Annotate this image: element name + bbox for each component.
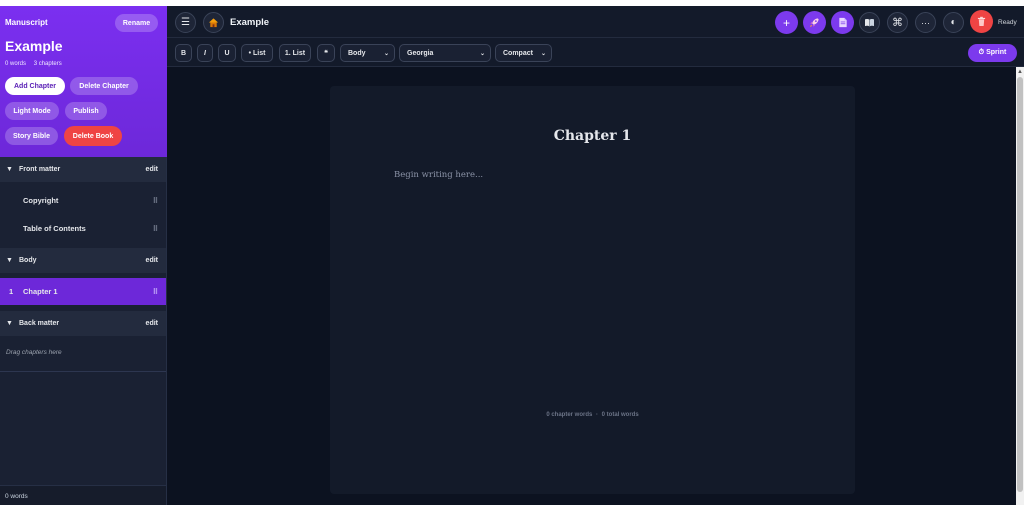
footer-word-count: 0 words bbox=[5, 493, 28, 500]
home-icon[interactable] bbox=[203, 12, 224, 33]
sidebar-item-table-of-contents[interactable]: Table of Contents ⠿ bbox=[0, 215, 166, 242]
section-front-matter[interactable]: ▼ Front matter edit bbox=[0, 157, 166, 182]
underline-button[interactable]: U bbox=[218, 44, 236, 62]
editor-scrollbar[interactable]: ▲ bbox=[1016, 67, 1024, 505]
drag-handle-icon[interactable]: ⠿ bbox=[153, 225, 158, 233]
theme-icon[interactable]: ◐ bbox=[943, 12, 964, 33]
more-icon[interactable]: ··· bbox=[915, 12, 936, 33]
top-bar: ☰ Example + ⌘ ··· ◐ Ready bbox=[167, 6, 1024, 38]
bullet-list-button[interactable]: • List bbox=[241, 44, 273, 62]
chapter-word-count: 0 chapter words · 0 total words bbox=[330, 412, 855, 418]
scrollbar-thumb[interactable] bbox=[1017, 77, 1023, 492]
manuscript-sidebar: Manuscript Rename Example 0 words 3 chap… bbox=[0, 6, 167, 505]
edit-body-button[interactable]: edit bbox=[146, 257, 158, 264]
rocket-icon[interactable] bbox=[803, 11, 826, 34]
sidebar-item-chapter-1[interactable]: 1 Chapter 1 ⠿ bbox=[0, 278, 166, 305]
section-body[interactable]: ▼ Body edit bbox=[0, 248, 166, 273]
section-label: Back matter bbox=[19, 320, 60, 327]
rename-button[interactable]: Rename bbox=[115, 14, 158, 32]
word-count: 0 words bbox=[5, 61, 27, 67]
edit-back-matter-button[interactable]: edit bbox=[146, 320, 158, 327]
sprint-button[interactable]: ⏱ Sprint bbox=[968, 44, 1017, 62]
drop-zone-hint[interactable]: Drag chapters here bbox=[6, 349, 62, 356]
editor-placeholder[interactable]: Begin writing here... bbox=[394, 170, 483, 180]
book-title-header: Example bbox=[230, 17, 270, 28]
sidebar-item-label: Chapter 1 bbox=[23, 287, 58, 296]
select-value: Compact bbox=[503, 49, 533, 57]
trash-icon[interactable] bbox=[970, 10, 993, 33]
collapse-triangle-icon[interactable]: ▼ bbox=[6, 257, 13, 264]
section-label: Front matter bbox=[19, 166, 61, 173]
numbered-list-button[interactable]: 1. List bbox=[279, 44, 311, 62]
quote-button[interactable]: ❝ bbox=[317, 44, 335, 62]
publish-button[interactable]: Publish bbox=[65, 102, 107, 120]
add-chapter-button[interactable]: Add Chapter bbox=[5, 77, 65, 95]
select-value: Georgia bbox=[407, 49, 434, 57]
sidebar-header: Manuscript Rename Example 0 words 3 chap… bbox=[0, 6, 167, 157]
chevron-down-icon: ⌄ bbox=[479, 50, 485, 57]
density-select[interactable]: Compact ⌄ bbox=[495, 44, 552, 62]
sidebar-divider bbox=[0, 371, 166, 372]
sidebar-item-label: Copyright bbox=[23, 196, 59, 205]
section-label: Body bbox=[19, 257, 37, 264]
document-icon[interactable] bbox=[831, 11, 854, 34]
sidebar-item-label: Table of Contents bbox=[23, 224, 86, 233]
chevron-down-icon: ⌄ bbox=[540, 50, 546, 57]
book-title: Example bbox=[5, 38, 63, 54]
save-status: Ready bbox=[998, 19, 1017, 26]
total-words: 0 total words bbox=[601, 412, 639, 418]
delete-chapter-button[interactable]: Delete Chapter bbox=[70, 77, 138, 95]
scroll-up-icon[interactable]: ▲ bbox=[1017, 69, 1023, 75]
word-count-separator: · bbox=[596, 412, 598, 418]
chapter-number: 1 bbox=[9, 287, 14, 296]
story-bible-button[interactable]: Story Bible bbox=[5, 127, 58, 145]
editor-area: Chapter 1 Begin writing here... 0 chapte… bbox=[167, 67, 1016, 505]
section-back-matter[interactable]: ▼ Back matter edit bbox=[0, 311, 166, 336]
chapter-title[interactable]: Chapter 1 bbox=[330, 128, 855, 144]
command-icon[interactable]: ⌘ bbox=[887, 12, 908, 33]
book-stats: 0 words 3 chapters bbox=[5, 61, 68, 67]
bold-button[interactable]: B bbox=[175, 44, 192, 62]
light-mode-button[interactable]: Light Mode bbox=[5, 102, 59, 120]
chapter-words: 0 chapter words bbox=[546, 412, 593, 418]
formatting-toolbar: B I U • List 1. List ❝ Body ⌄ Georgia ⌄ … bbox=[167, 38, 1024, 67]
collapse-triangle-icon[interactable]: ▼ bbox=[6, 320, 13, 327]
plus-icon[interactable]: + bbox=[775, 11, 798, 34]
font-family-select[interactable]: Georgia ⌄ bbox=[399, 44, 491, 62]
collapse-triangle-icon[interactable]: ▼ bbox=[6, 166, 13, 173]
edit-front-matter-button[interactable]: edit bbox=[146, 166, 158, 173]
delete-book-button[interactable]: Delete Book bbox=[64, 126, 122, 146]
paragraph-style-select[interactable]: Body ⌄ bbox=[340, 44, 395, 62]
italic-button[interactable]: I bbox=[197, 44, 213, 62]
editor-page[interactable]: Chapter 1 Begin writing here... 0 chapte… bbox=[330, 86, 855, 494]
drag-handle-icon[interactable]: ⠿ bbox=[153, 197, 158, 205]
sidebar-footer: 0 words bbox=[0, 485, 166, 505]
chevron-down-icon: ⌄ bbox=[383, 50, 389, 57]
menu-icon[interactable]: ☰ bbox=[175, 12, 196, 33]
sidebar-heading: Manuscript bbox=[5, 18, 48, 27]
sidebar-item-copyright[interactable]: Copyright ⠿ bbox=[0, 187, 166, 214]
chapter-count: 3 chapters bbox=[33, 61, 62, 67]
select-value: Body bbox=[348, 49, 366, 57]
drag-handle-icon[interactable]: ⠿ bbox=[153, 288, 158, 296]
book-icon[interactable] bbox=[859, 12, 880, 33]
